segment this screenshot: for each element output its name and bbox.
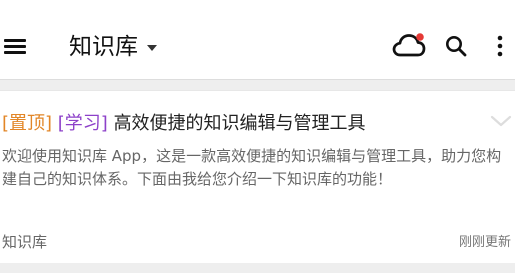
more-vert-icon[interactable]	[491, 35, 509, 57]
menu-icon-line	[4, 45, 26, 48]
note-title-text: 高效便捷的知识编辑与管理工具	[113, 113, 366, 134]
chevron-down-icon	[147, 44, 157, 51]
expand-chevron-svg	[490, 115, 512, 127]
pinned-tag: [置顶]	[2, 113, 53, 134]
search-svg	[446, 36, 467, 57]
note-summary: 欢迎使用知识库 App，这是一款高效便捷的知识编辑与管理工具，助力您构建自己的知…	[2, 147, 502, 188]
cloud-sync-svg	[392, 33, 426, 57]
updated-time: 刚刚更新	[458, 235, 511, 250]
page-title: 知识库	[69, 34, 138, 60]
notebook-name: 知识库	[2, 233, 48, 251]
more-vert-svg	[497, 35, 503, 57]
sync-alert-dot	[416, 33, 424, 41]
notebook-selector[interactable]: 知识库	[69, 30, 157, 64]
menu-icon[interactable]	[4, 37, 26, 55]
menu-icon-line	[4, 51, 26, 54]
menu-icon-line	[4, 39, 26, 42]
cloud-sync-icon[interactable]	[392, 32, 426, 60]
note-card[interactable]: [置顶] [学习] 高效便捷的知识编辑与管理工具 欢迎使用知识库 App，这是一…	[0, 90, 515, 263]
category-tag: [学习]	[57, 113, 108, 134]
note-title: [置顶] [学习] 高效便捷的知识编辑与管理工具	[2, 110, 472, 138]
chevron-down-icon[interactable]	[490, 114, 512, 128]
knowledge-base-app: 知识库 [置顶] [学习] 高效便捷的知识编辑与管理工具 欢迎使用知识库 App…	[0, 0, 515, 273]
top-app-bar: 知识库	[0, 0, 515, 80]
search-icon[interactable]	[444, 34, 468, 58]
